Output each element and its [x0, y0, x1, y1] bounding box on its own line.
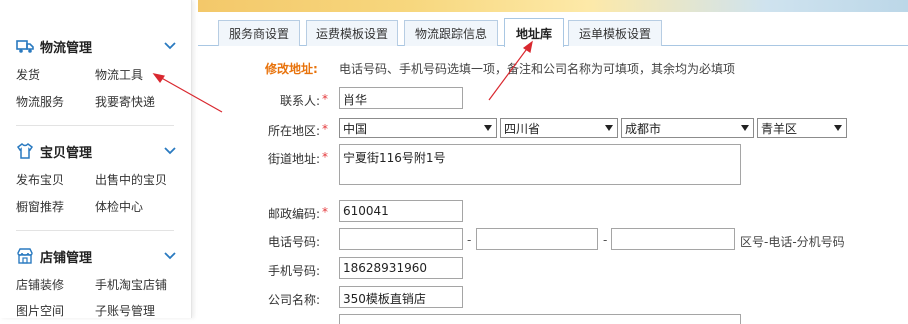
section-shop-title: 店铺管理 — [40, 250, 93, 266]
country-value: 中国 — [343, 122, 368, 136]
sidebar-link-items-on-sale[interactable]: 出售中的宝贝 — [95, 171, 167, 188]
section-goods-title: 宝贝管理 — [40, 145, 93, 161]
required-mark: * — [322, 92, 328, 106]
sidebar-link-publish-item[interactable]: 发布宝贝 — [16, 171, 64, 188]
dropdown-arrow-icon — [484, 125, 492, 131]
section-shop-header[interactable]: 店铺管理 — [16, 245, 92, 267]
tab-bar: 服务商设置 运费模板设置 物流跟踪信息 地址库 运单模板设置 — [198, 12, 908, 47]
dropdown-arrow-icon — [605, 125, 613, 131]
sidebar-link-subaccount-management[interactable]: 子账号管理 — [95, 302, 155, 319]
company-input[interactable]: 350模板直销店 — [339, 286, 463, 308]
sidebar-link-logistics-service[interactable]: 物流服务 — [16, 93, 64, 110]
district-value: 青羊区 — [761, 122, 798, 136]
top-banner — [198, 0, 908, 12]
dash-separator: - — [603, 233, 608, 247]
province-select[interactable]: 四川省 — [500, 118, 618, 138]
province-value: 四川省 — [504, 122, 541, 136]
district-select[interactable]: 青羊区 — [757, 118, 847, 138]
country-select[interactable]: 中国 — [339, 118, 497, 138]
company-label: 公司名称: — [267, 293, 320, 307]
city-select[interactable]: 成都市 — [621, 118, 754, 138]
sidebar-link-logistics-tools[interactable]: 物流工具 — [95, 66, 143, 83]
street-textarea[interactable]: 宁夏街116号附1号 — [339, 144, 741, 185]
street-label: 街道地址: — [267, 152, 320, 166]
form-heading: 修改地址: — [265, 62, 318, 76]
sidebar-link-shop-decoration[interactable]: 店铺装修 — [16, 276, 64, 293]
dropdown-arrow-icon — [834, 125, 842, 131]
phone-label: 电话号码: — [267, 235, 320, 249]
tab-waybill-template[interactable]: 运单模板设置 — [568, 20, 662, 46]
sidebar-link-window-recommend[interactable]: 橱窗推荐 — [16, 198, 64, 215]
divider — [16, 125, 174, 126]
region-label: 所在地区: — [267, 124, 320, 138]
chevron-down-icon[interactable] — [164, 146, 176, 156]
tab-address-book[interactable]: 地址库 — [504, 18, 564, 47]
zip-input[interactable]: 610041 — [339, 200, 463, 222]
phone-area-input[interactable] — [339, 228, 463, 250]
tab-shipping-template[interactable]: 运费模板设置 — [306, 20, 398, 46]
phone-number-input[interactable] — [476, 228, 598, 250]
sidebar-link-ship[interactable]: 发货 — [16, 66, 40, 83]
sidebar: 物流管理 发货 物流工具 物流服务 我要寄快递 宝贝管理 发布宝贝 出售中的宝贝… — [0, 0, 192, 318]
contact-label: 联系人: — [279, 94, 320, 108]
divider — [16, 230, 174, 231]
contact-input[interactable]: 肖华 — [339, 87, 463, 109]
city-value: 成都市 — [625, 122, 662, 136]
section-logistics-title: 物流管理 — [40, 40, 93, 56]
truck-icon — [16, 37, 34, 55]
remark-input[interactable] — [339, 314, 741, 324]
required-mark: * — [322, 122, 328, 136]
section-logistics-header[interactable]: 物流管理 — [16, 35, 92, 57]
form-note: 电话号码、手机号码选填一项，备注和公司名称为可填项，其余均为必填项 — [339, 62, 736, 76]
sidebar-link-checkup-center[interactable]: 体检中心 — [95, 198, 143, 215]
section-goods-header[interactable]: 宝贝管理 — [16, 140, 92, 162]
required-mark: * — [322, 205, 328, 219]
chevron-down-icon[interactable] — [164, 251, 176, 261]
shirt-icon — [16, 142, 34, 160]
sidebar-link-mobile-shop[interactable]: 手机淘宝店铺 — [95, 276, 167, 293]
mobile-label: 手机号码: — [267, 264, 320, 278]
sidebar-link-send-express[interactable]: 我要寄快递 — [95, 93, 155, 110]
tab-tracking-info[interactable]: 物流跟踪信息 — [404, 20, 498, 46]
tab-service-provider[interactable]: 服务商设置 — [218, 20, 300, 46]
phone-ext-input[interactable] — [611, 228, 735, 250]
mobile-input[interactable]: 18628931960 — [339, 257, 463, 279]
chevron-down-icon[interactable] — [164, 41, 176, 51]
zip-label: 邮政编码: — [267, 207, 320, 221]
dropdown-arrow-icon — [741, 125, 749, 131]
sidebar-link-image-space[interactable]: 图片空间 — [16, 302, 64, 319]
dash-separator: - — [467, 233, 472, 247]
required-mark: * — [322, 150, 328, 164]
store-icon — [16, 247, 34, 265]
phone-format-hint: 区号-电话-分机号码 — [740, 235, 845, 249]
